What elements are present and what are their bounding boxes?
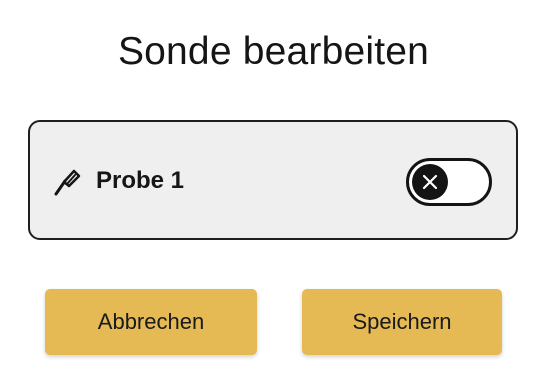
- probe-card: Probe 1: [28, 120, 518, 240]
- probe-enabled-toggle[interactable]: [406, 158, 492, 206]
- cancel-button[interactable]: Abbrechen: [45, 289, 257, 355]
- probe-name: Probe 1: [96, 167, 185, 194]
- save-button[interactable]: Speichern: [302, 289, 502, 355]
- probe-icon: [54, 169, 81, 196]
- toggle-knob: [412, 164, 448, 200]
- dialog-title: Sonde bearbeiten: [117, 30, 430, 73]
- close-icon: [422, 174, 438, 190]
